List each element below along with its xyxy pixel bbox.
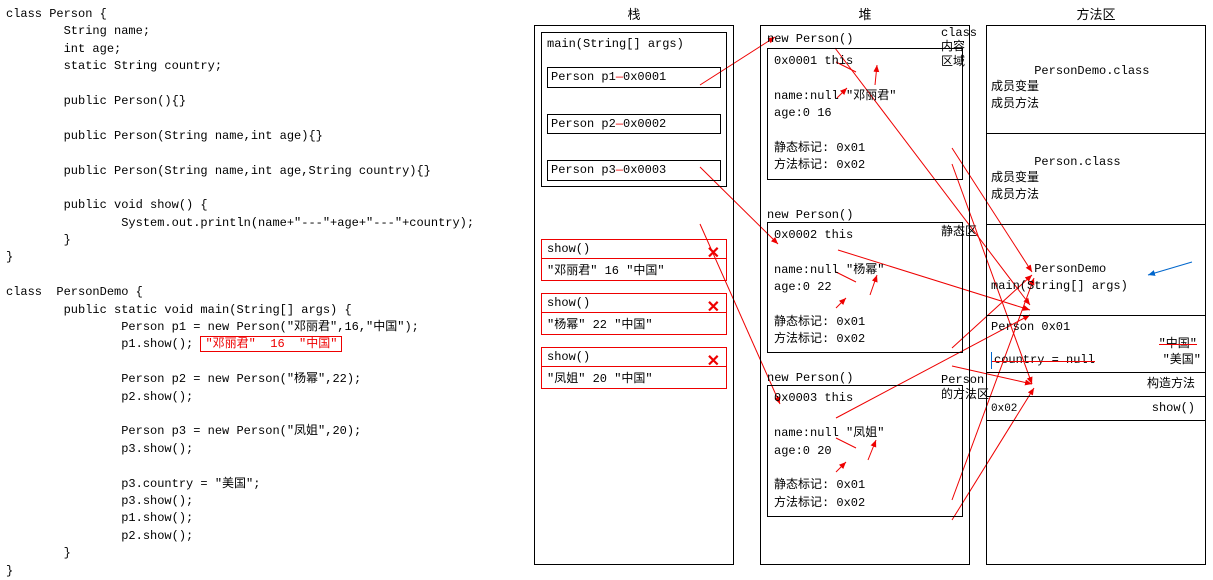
stack-var-p2: Person p2—0x0002: [547, 114, 721, 135]
stack-frame-show2: ✕ show() "杨幂" 22 "中国": [541, 293, 727, 335]
heap-obj3: 0x0003 this name:null "凤姐" age:0 20 静态标记…: [767, 385, 963, 517]
heap-column: 堆 new Person() 0x0001 this name:null "邓丽…: [760, 4, 970, 565]
heap-obj2-label: new Person(): [767, 208, 963, 222]
heap-title: 堆: [760, 4, 970, 23]
class-content-section: class 内容 区域 PersonDemo.class 成员变量 成员方法: [987, 26, 1205, 134]
p1-output-annotation: "邓丽君" 16 "中国": [200, 336, 342, 352]
heap-obj2: 0x0002 this name:null "杨幂" age:0 22 静态标记…: [767, 222, 963, 354]
stack-column: 栈 main(String[] args) Person p1—0x0001 P…: [534, 4, 734, 565]
method-area-column: 方法区 class 内容 区域 PersonDemo.class 成员变量 成员…: [986, 4, 1206, 565]
constructor-section: Person 的方法区 构造方法: [987, 373, 1205, 397]
person-class-section: Person.class 成员变量 成员方法: [987, 134, 1205, 225]
heap-obj1: 0x0001 this name:null "邓丽君" age:0 16 静态标…: [767, 48, 963, 180]
static-section-person: Person 0x01 "中国" country = null "美国": [987, 316, 1205, 373]
stack-title: 栈: [534, 4, 734, 23]
stack-frame-main: main(String[] args) Person p1—0x0001 Per…: [541, 32, 727, 187]
stack-var-p1: Person p1—0x0001: [547, 67, 721, 88]
stack-frame-show1: ✕ show() "邓丽君" 16 "中国": [541, 239, 727, 281]
source-code: class Person { String name; int age; sta…: [6, 6, 526, 580]
method-section: 0x02 show(): [987, 397, 1205, 421]
method-area-title: 方法区: [986, 4, 1206, 23]
stack-frame-show3: ✕ show() "凤姐" 20 "中国": [541, 347, 727, 389]
heap-obj3-label: new Person(): [767, 371, 963, 385]
heap-obj1-label: new Person(): [767, 32, 963, 46]
static-section-demo: 静态区 PersonDemo main(String[] args): [987, 225, 1205, 316]
stack-var-p3: Person p3—0x0003: [547, 160, 721, 181]
method-area-empty: [987, 421, 1205, 551]
